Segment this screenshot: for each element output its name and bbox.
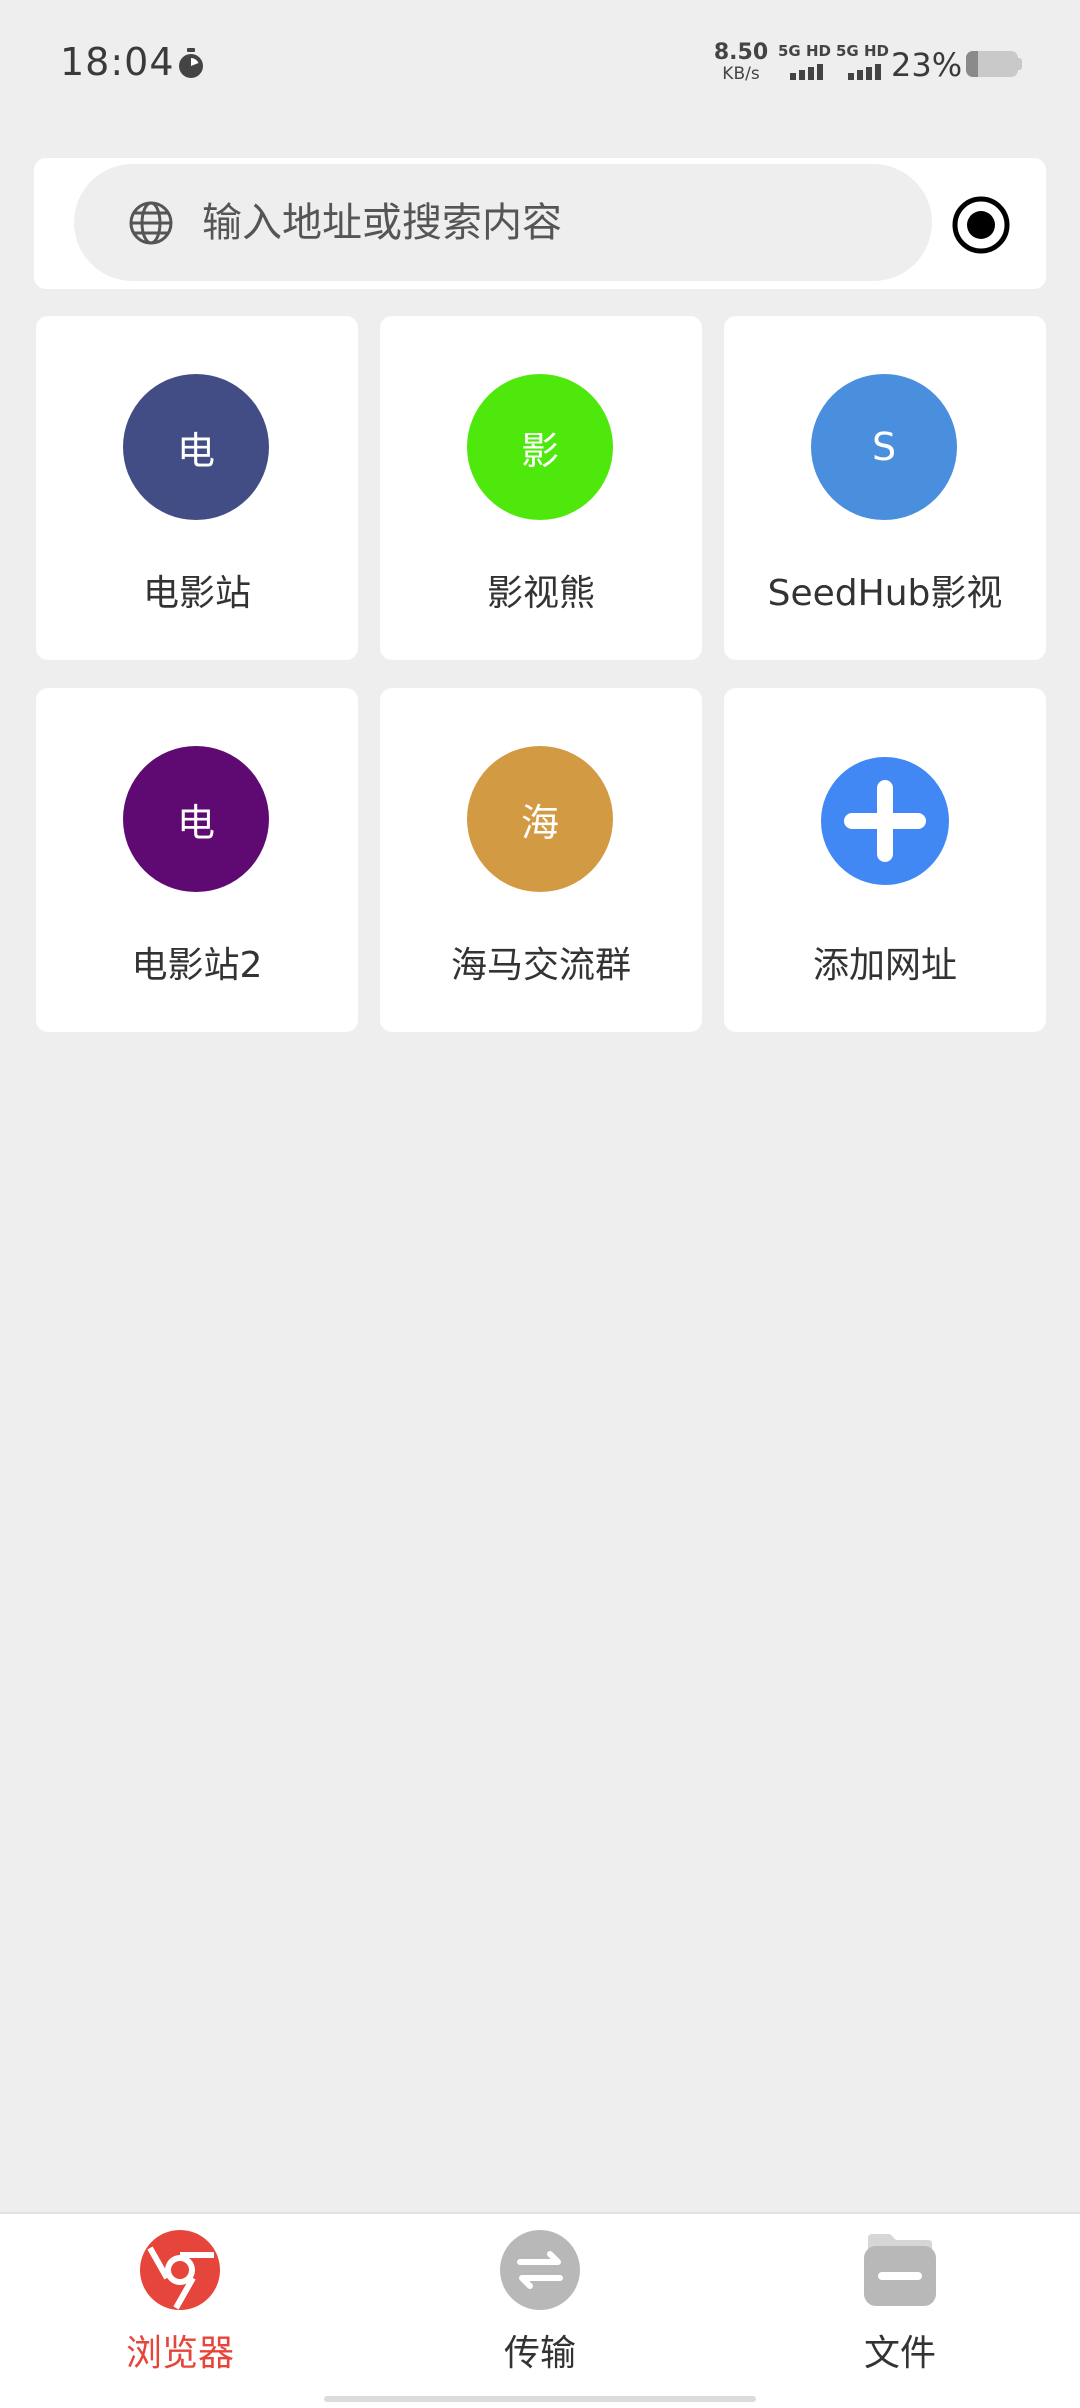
network-speed-unit: KB/s: [722, 64, 760, 84]
site-tile-4[interactable]: 海 海马交流群: [380, 688, 702, 1032]
nav-files-label: 文件: [863, 2333, 936, 2374]
site-tile-2[interactable]: S SeedHub影视: [724, 316, 1046, 660]
site-avatar: 海: [467, 746, 613, 892]
plus-icon: [821, 757, 949, 885]
battery-level: [966, 51, 978, 77]
site-label: 添加网址: [812, 945, 957, 986]
network-speed: 8.50 KB/s: [712, 42, 770, 83]
site-label: 海马交流群: [450, 945, 631, 986]
search-box[interactable]: [74, 164, 932, 281]
site-label: 影视熊: [486, 573, 595, 614]
battery-icon: [966, 51, 1018, 77]
site-avatar: 电: [123, 746, 269, 892]
nav-transfer[interactable]: 传输: [420, 2214, 660, 2408]
sim2-label: 5G HD: [836, 42, 889, 60]
nav-transfer-label: 传输: [503, 2333, 576, 2374]
nav-browser-label: 浏览器: [125, 2333, 234, 2374]
transfer-icon: [500, 2230, 580, 2310]
site-label: 电影站2: [131, 945, 263, 986]
home-indicator: [324, 2396, 756, 2402]
site-tile-3[interactable]: 电 电影站2: [36, 688, 358, 1032]
clock: 18:04: [60, 40, 175, 84]
search-input[interactable]: [202, 184, 902, 262]
nav-files[interactable]: 文件: [780, 2214, 1020, 2408]
add-site-tile[interactable]: 添加网址: [724, 688, 1046, 1032]
status-bar: 18:04 8.50 KB/s 5G HD 5G HD 23%: [0, 0, 1080, 130]
files-icon: [864, 2234, 936, 2306]
battery-cap: [1018, 58, 1022, 70]
screen: 18:04 8.50 KB/s 5G HD 5G HD 23% 输入地址或搜索内…: [0, 0, 1080, 2408]
signal-icon: [790, 64, 823, 80]
browser-icon: [140, 2230, 220, 2310]
sim2-signal: 5G HD: [836, 42, 896, 82]
bottom-nav: 浏览器 传输 文件: [0, 2212, 1080, 2408]
sim1-label: 5G HD: [778, 42, 831, 60]
site-tile-0[interactable]: 电 电影站: [36, 316, 358, 660]
sim1-signal: 5G HD: [778, 42, 838, 82]
search-bar: [34, 158, 1046, 289]
globe-icon: [129, 201, 173, 245]
battery-percent: 23%: [891, 46, 963, 84]
nav-browser[interactable]: 浏览器: [60, 2214, 300, 2408]
signal-icon: [848, 64, 881, 80]
site-avatar: 影: [467, 374, 613, 520]
site-label: 电影站: [142, 573, 251, 614]
site-tile-1[interactable]: 影 影视熊: [380, 316, 702, 660]
site-avatar: S: [811, 374, 957, 520]
site-label: SeedHub影视: [767, 573, 1003, 614]
timer-icon: [179, 48, 203, 78]
network-speed-value: 8.50: [713, 40, 769, 65]
record-icon[interactable]: [952, 196, 1010, 254]
site-avatar: 电: [123, 374, 269, 520]
